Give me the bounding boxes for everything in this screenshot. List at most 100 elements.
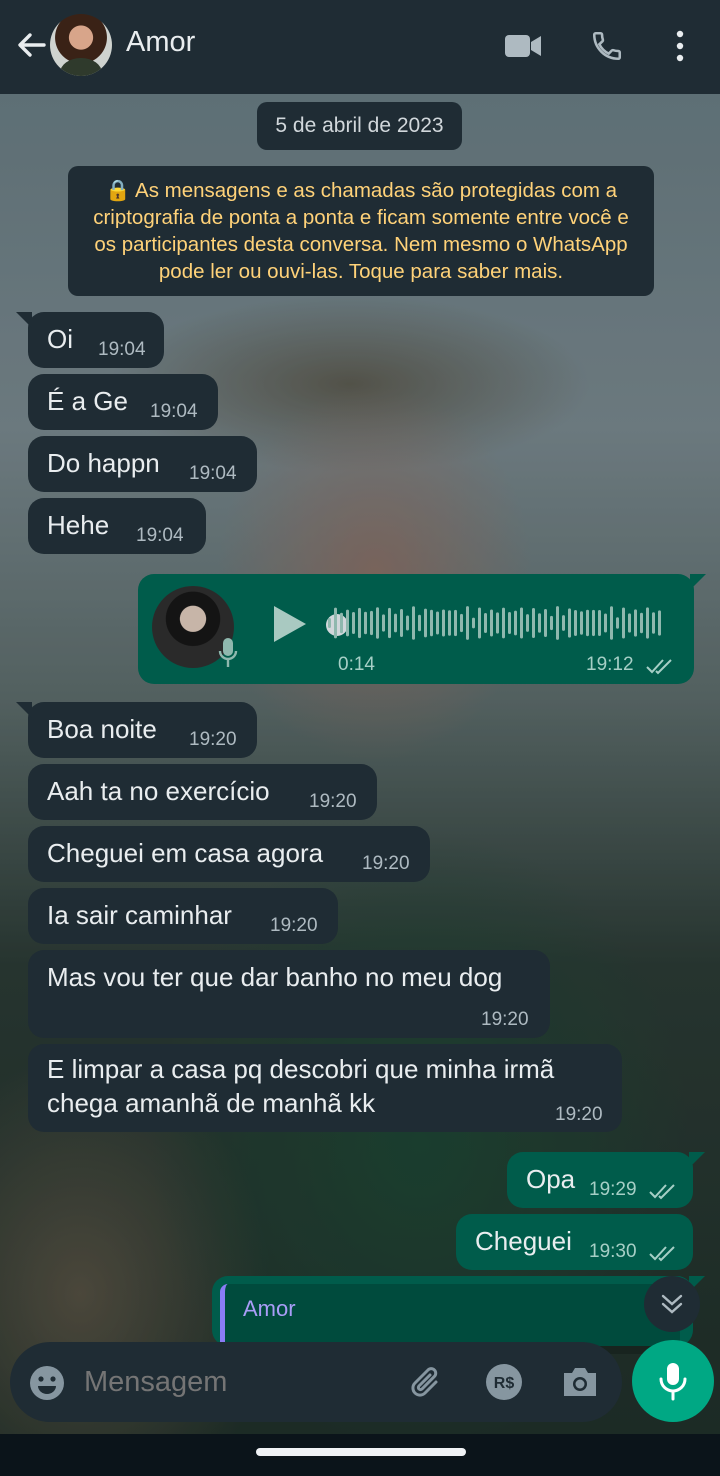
message-time: 19:20 bbox=[309, 791, 357, 812]
waveform-bar bbox=[604, 613, 607, 633]
read-ticks-icon bbox=[646, 659, 672, 675]
message-time: 19:20 bbox=[270, 915, 318, 936]
message-time: 19:20 bbox=[481, 1009, 529, 1030]
contact-avatar[interactable] bbox=[50, 14, 112, 76]
video-call-icon[interactable] bbox=[503, 26, 543, 66]
message-bubble-incoming[interactable]: Do happn 19:04 bbox=[28, 436, 257, 492]
message-text: Do happn bbox=[47, 448, 160, 478]
waveform-bar bbox=[562, 615, 565, 631]
mic-badge-icon bbox=[218, 636, 238, 677]
camera-icon[interactable] bbox=[560, 1364, 600, 1405]
waveform-bar bbox=[514, 610, 517, 636]
waveform-bar bbox=[376, 607, 379, 639]
message-time: 19:20 bbox=[189, 729, 237, 750]
waveform-bar bbox=[358, 607, 361, 639]
message-bubble-incoming[interactable]: Cheguei em casa agora 19:20 bbox=[28, 826, 430, 882]
waveform-bar bbox=[598, 609, 601, 637]
waveform-bar bbox=[508, 611, 511, 635]
mic-icon bbox=[659, 1363, 687, 1401]
waveform-bar bbox=[364, 611, 367, 635]
waveform-bar bbox=[652, 612, 655, 634]
attach-icon[interactable] bbox=[406, 1362, 446, 1407]
waveform-bar bbox=[592, 609, 595, 637]
chat-area[interactable]: 5 de abril de 2023 🔒 As mensagens e as c… bbox=[0, 94, 720, 1434]
chevron-double-down-icon bbox=[661, 1294, 683, 1314]
message-bubble-outgoing[interactable]: Opa 19:29 bbox=[507, 1152, 705, 1208]
waveform-bar bbox=[406, 615, 409, 631]
home-indicator[interactable] bbox=[256, 1448, 466, 1456]
message-time: 19:04 bbox=[98, 339, 146, 360]
contact-name[interactable]: Amor bbox=[126, 26, 195, 59]
message-time: 19:20 bbox=[362, 853, 410, 874]
waveform-bar bbox=[436, 611, 439, 635]
system-nav-bar bbox=[0, 1434, 720, 1476]
message-bubble-incoming[interactable]: Oi 19:04 bbox=[16, 312, 164, 368]
audio-waveform[interactable] bbox=[328, 602, 668, 644]
message-text: Mas vou ter que dar banho no meu dog bbox=[47, 962, 503, 992]
message-time: 19:20 bbox=[555, 1104, 603, 1125]
waveform-bar bbox=[388, 607, 391, 639]
more-options-icon[interactable] bbox=[660, 26, 700, 66]
message-time: 19:04 bbox=[189, 463, 237, 484]
read-ticks-icon bbox=[649, 1246, 675, 1262]
message-bubble-incoming[interactable]: Aah ta no exercício 19:20 bbox=[28, 764, 377, 820]
message-text-line: E limpar a casa pq descobri que minha ir… bbox=[47, 1054, 555, 1084]
message-text-line: chega amanhã de manhã kk bbox=[47, 1088, 376, 1118]
waveform-bar bbox=[352, 612, 355, 634]
waveform-bar bbox=[538, 613, 541, 633]
waveform-bar bbox=[574, 610, 577, 636]
payment-icon[interactable]: R$ bbox=[484, 1362, 524, 1407]
message-bubble-incoming[interactable]: Ia sair caminhar 19:20 bbox=[28, 888, 338, 944]
waveform-bar bbox=[430, 609, 433, 637]
waveform-bar bbox=[550, 615, 553, 631]
message-bubble-incoming[interactable]: Mas vou ter que dar banho no meu dog 19:… bbox=[28, 950, 550, 1038]
message-text: É a Ge bbox=[47, 386, 128, 416]
waveform-bar bbox=[394, 613, 397, 633]
waveform-bar bbox=[412, 606, 415, 640]
message-bubble-incoming[interactable]: É a Ge 19:04 bbox=[28, 374, 218, 430]
play-icon[interactable] bbox=[272, 604, 308, 651]
message-bubble-incoming[interactable]: E limpar a casa pq descobri que minha ir… bbox=[28, 1044, 622, 1132]
waveform-bar bbox=[640, 612, 643, 634]
waveform-bar bbox=[418, 614, 421, 632]
waveform-bar bbox=[532, 607, 535, 639]
waveform-bar bbox=[466, 606, 469, 640]
message-text: Oi bbox=[47, 324, 73, 354]
read-ticks-icon bbox=[649, 1184, 675, 1200]
waveform-bar bbox=[334, 607, 337, 639]
encryption-notice[interactable]: 🔒 As mensagens e as chamadas são protegi… bbox=[68, 166, 654, 296]
message-bubble-incoming[interactable]: Hehe 19:04 bbox=[28, 498, 206, 554]
message-time: 19:30 bbox=[589, 1241, 637, 1262]
waveform-bar bbox=[610, 606, 613, 640]
waveform-bar bbox=[634, 609, 637, 637]
message-time: 19:04 bbox=[136, 525, 184, 546]
waveform-bar bbox=[478, 607, 481, 639]
waveform-bar bbox=[520, 607, 523, 639]
message-bubble-incoming[interactable]: Boa noite 19:20 bbox=[16, 702, 257, 758]
waveform-bar bbox=[370, 610, 373, 636]
waveform-bar bbox=[544, 609, 547, 637]
message-composer[interactable]: R$ bbox=[10, 1342, 622, 1422]
message-text: Ia sair caminhar bbox=[47, 900, 232, 930]
waveform-bar bbox=[460, 613, 463, 633]
message-bubble-outgoing[interactable]: Cheguei 19:30 bbox=[456, 1214, 693, 1270]
audio-duration: 0:14 bbox=[338, 654, 375, 675]
message-input[interactable] bbox=[84, 1360, 384, 1404]
message-text: Cheguei bbox=[475, 1226, 572, 1256]
reply-message-outgoing[interactable]: Amor bbox=[212, 1276, 705, 1354]
emoji-icon[interactable] bbox=[28, 1364, 66, 1407]
voice-record-button[interactable] bbox=[632, 1340, 714, 1422]
waveform-bar bbox=[382, 614, 385, 632]
audio-message-outgoing[interactable]: 0:14 19:12 bbox=[138, 574, 706, 684]
message-text: Opa bbox=[526, 1164, 576, 1194]
voice-call-icon[interactable] bbox=[587, 26, 627, 66]
date-chip: 5 de abril de 2023 bbox=[257, 102, 462, 150]
waveform-bar bbox=[628, 613, 631, 633]
waveform-bar bbox=[502, 607, 505, 639]
waveform-bar bbox=[622, 607, 625, 639]
scroll-to-bottom-button[interactable] bbox=[644, 1276, 700, 1332]
back-arrow-icon[interactable] bbox=[14, 28, 48, 62]
message-text: Hehe bbox=[47, 510, 110, 540]
waveform-bar bbox=[586, 609, 589, 637]
quoted-author: Amor bbox=[243, 1296, 296, 1321]
